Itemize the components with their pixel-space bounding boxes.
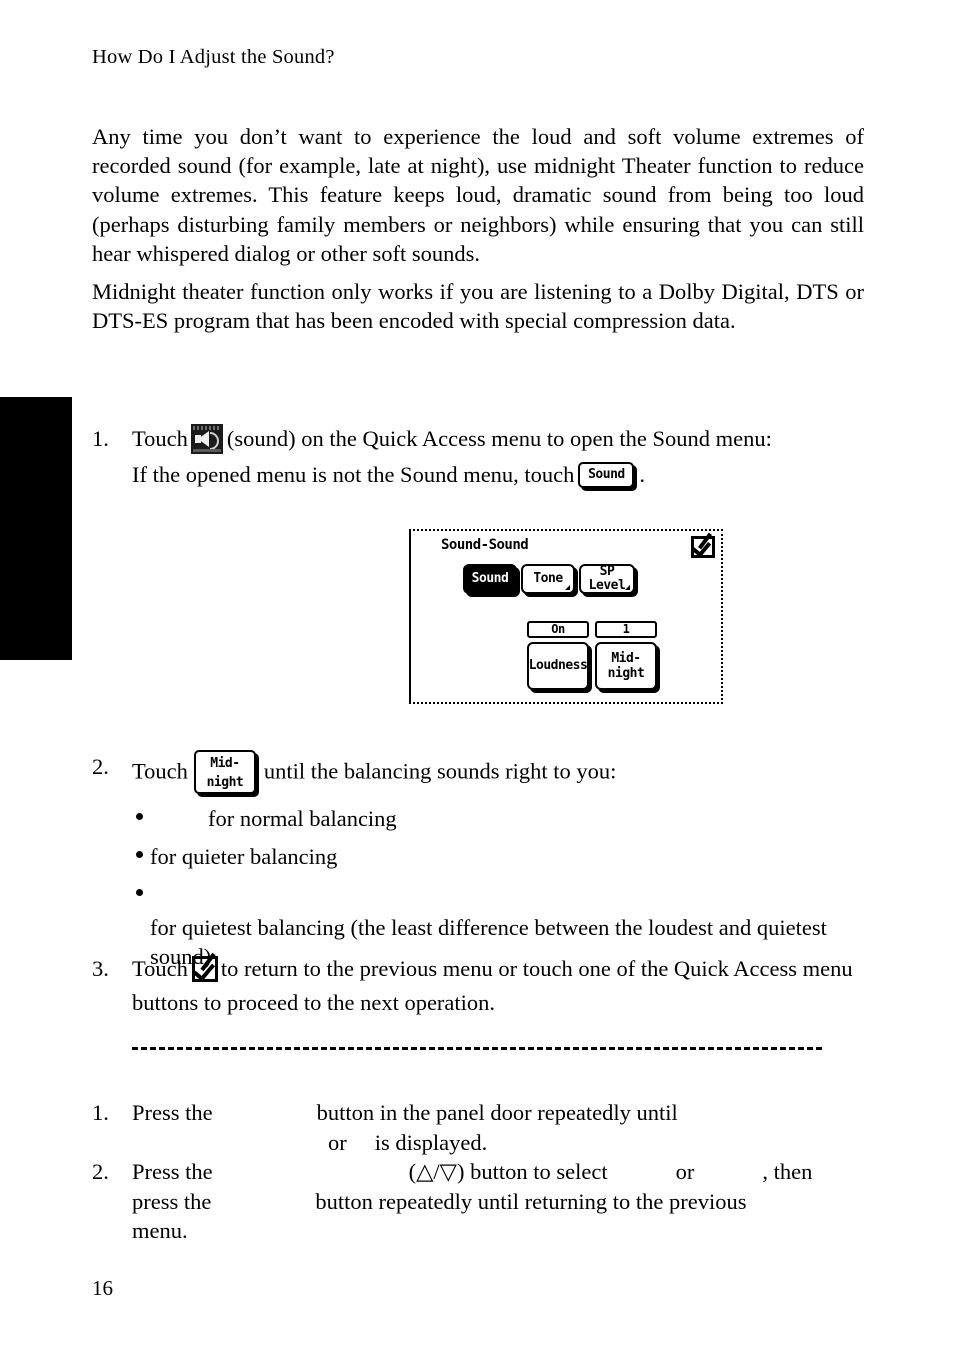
remote-operation-steps: 1. Press the button in the panel door rep…	[92, 1098, 864, 1246]
sound-icon-top-band	[192, 425, 221, 430]
remote-step-1-seg3: or	[328, 1129, 347, 1155]
step-2-body: Touch Mid- night until the balancing sou…	[132, 750, 864, 797]
remote-step-2-seg4: , then	[762, 1159, 813, 1184]
remote-step-2-seg7: menu.	[132, 1218, 188, 1243]
step-2: 2. Touch Mid- night until the balancing …	[92, 750, 864, 797]
intro-paragraph-2: Midnight theater function only works if …	[92, 279, 864, 334]
bullet-marker	[136, 813, 143, 820]
remote-step-1-number: 1.	[92, 1100, 109, 1125]
sound-icon-bottom-band	[192, 448, 221, 452]
lcd-key-sp-level-label: SP Level	[589, 565, 626, 593]
bullet-1-text: for normal balancing	[208, 806, 397, 831]
lcd-key-sp-level-label-line2: Level	[588, 578, 626, 593]
bullet-marker	[136, 889, 143, 896]
sound-icon-wave	[209, 431, 219, 450]
lcd-screen-illustration: Sound-Sound Sound Tone SP Level On Loudn…	[409, 529, 723, 704]
step-1-lead-text: Touch	[132, 426, 188, 451]
page-content: How Do I Adjust the Sound? Any time you …	[92, 0, 864, 1345]
lcd-loudness-group: On Loudness	[527, 621, 589, 690]
page-number: 16	[92, 1276, 113, 1300]
step-3-trail-text: to return to the previous menu or touch …	[132, 956, 853, 1015]
step-1-trail-text: (sound) on the Quick Access menu to open…	[226, 426, 772, 451]
lcd-key-midnight-label-line1: Mid-	[611, 651, 641, 666]
lcd-key-sp-level-label-line1: SP	[599, 564, 615, 579]
step-1: 1. Touch (sound) on the Quick Access men…	[92, 422, 864, 491]
lcd-midnight-group: 1 Mid- night	[595, 621, 657, 690]
bullet-2-text: for quieter balancing	[150, 844, 338, 869]
balancing-options-list: for normal balancing for quieter balanci…	[92, 800, 864, 972]
lcd-key-loudness[interactable]: Loudness	[527, 642, 589, 690]
lcd-key-sound[interactable]: Sound	[463, 564, 517, 594]
list-item: for quieter balancing	[92, 838, 864, 875]
remote-step-2-number: 2.	[92, 1159, 109, 1184]
lcd-bottom-key-row: On Loudness 1 Mid- night	[527, 621, 657, 690]
inline-midnight-label-line2: night	[206, 775, 244, 790]
lcd-confirm-checkmark-icon[interactable]	[691, 532, 715, 558]
lcd-key-sp-level[interactable]: SP Level	[579, 564, 635, 594]
sound-icon-speaker-cone	[197, 430, 209, 447]
lcd-key-midnight-label-line2: night	[607, 666, 645, 681]
step-1-line2-lead: If the opened menu is not the Sound menu…	[132, 461, 575, 487]
step-1-line2-trail: .	[639, 461, 646, 487]
inline-midnight-button[interactable]: Mid- night	[193, 750, 256, 794]
sound-icon[interactable]	[190, 423, 223, 454]
lcd-key-tone[interactable]: Tone	[521, 564, 575, 594]
lcd-top-key-row: Sound Tone SP Level	[463, 564, 635, 594]
lcd-screen-title: Sound-Sound	[441, 537, 529, 553]
step-3-lead-text: Touch	[132, 956, 188, 981]
remote-step-2-seg1: Press the	[132, 1159, 213, 1184]
step-3: 3. Touch to return to the previous menu …	[92, 952, 864, 1019]
lcd-loudness-value: On	[527, 621, 589, 638]
chapter-thumb-tab	[0, 397, 72, 660]
remote-step-2-seg6: button repeatedly until returning to the…	[315, 1188, 747, 1214]
remote-step-2-seg2: (△/▽) button to select	[408, 1159, 608, 1184]
list-item: for normal balancing	[92, 800, 864, 837]
inline-midnight-label-line1: Mid-	[210, 756, 240, 771]
intro-paragraph-1: Any time you don’t want to experience th…	[92, 124, 864, 266]
lcd-key-midnight-label: Mid- night	[608, 651, 645, 681]
checkmark-tail	[200, 952, 216, 972]
step-2-trail-text: until the balancing sounds right to you:	[263, 758, 617, 784]
bullet-marker	[136, 851, 143, 858]
remote-step-2-seg3: or	[675, 1159, 695, 1184]
running-head: How Do I Adjust the Sound?	[92, 46, 335, 68]
remote-step-1-seg4: is displayed.	[374, 1129, 488, 1155]
inline-sound-button[interactable]: Sound	[578, 462, 635, 489]
lcd-check-tail	[697, 532, 713, 550]
step-1-body: Touch (sound) on the Quick Access menu t…	[132, 422, 864, 491]
lcd-key-tone-triangle-icon	[565, 585, 570, 590]
lcd-key-tone-label: Tone	[533, 571, 563, 586]
remote-step-2-seg5: press the	[132, 1188, 212, 1214]
section-divider	[132, 1047, 822, 1050]
step-3-number: 3.	[92, 956, 109, 981]
step-2-lead-text: Touch	[132, 758, 188, 784]
step-3-body: Touch to return to the previous menu or …	[132, 952, 864, 1019]
remote-step-1: 1. Press the button in the panel door rep…	[92, 1098, 864, 1157]
remote-step-1-seg2: button in the panel door repeatedly unti…	[316, 1100, 678, 1125]
remote-step-2: 2. Press the (△/▽) button to select or , th…	[92, 1157, 864, 1246]
lcd-key-midnight[interactable]: Mid- night	[595, 642, 657, 690]
remote-step-1-seg1: Press the	[132, 1100, 213, 1125]
checkmark-icon[interactable]	[191, 952, 218, 982]
step-2-number: 2.	[92, 754, 109, 779]
step-1-number: 1.	[92, 426, 109, 451]
lcd-midnight-value: 1	[595, 621, 657, 638]
lcd-key-sp-level-triangle-icon	[625, 585, 630, 590]
